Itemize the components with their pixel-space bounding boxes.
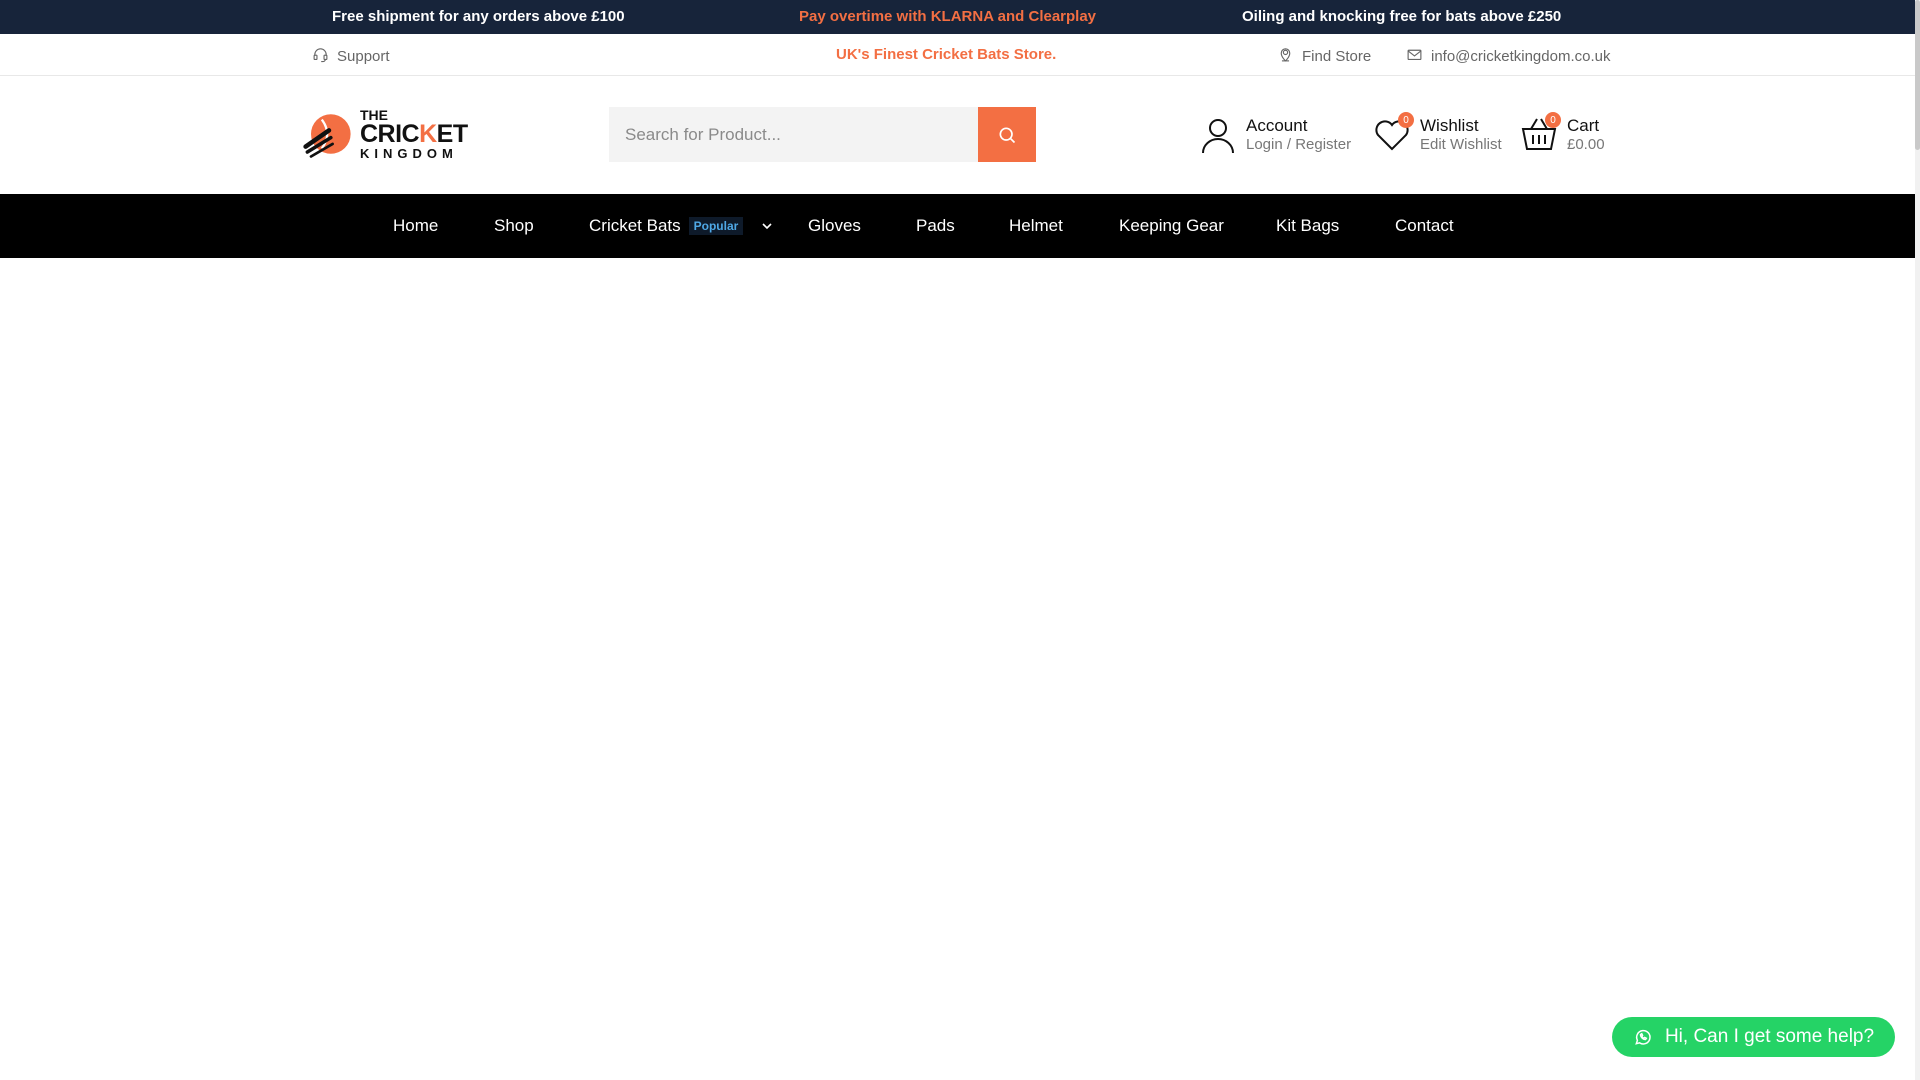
site-logo[interactable]: THE CRICKET KINGDOM	[302, 106, 474, 162]
logo-cricket: CRICKET	[360, 120, 468, 148]
whatsapp-icon	[1635, 1029, 1651, 1045]
edit-wishlist-link[interactable]: Edit Wishlist	[1420, 136, 1502, 154]
wishlist-title: Wishlist	[1420, 115, 1479, 135]
nav-keeping-gear-label: Keeping Gear	[1119, 216, 1224, 235]
wishlist-block[interactable]: 0 Wishlist Edit Wishlist	[1370, 112, 1502, 156]
support-label: Support	[337, 48, 390, 65]
wishlist-count-badge: 0	[1398, 112, 1414, 128]
nav-contact-label: Contact	[1395, 216, 1454, 235]
nav-home[interactable]: Home	[393, 216, 438, 236]
cart-count-badge: 0	[1545, 112, 1561, 128]
promo-free-shipping: Free shipment for any orders above £100	[332, 8, 625, 25]
cart-title: Cart	[1567, 115, 1600, 135]
main-nav: Home Shop Cricket Bats Popular Gloves Pa…	[0, 194, 1915, 258]
page-scrollbar[interactable]	[1915, 0, 1920, 1080]
chevron-down-icon	[762, 223, 772, 230]
utility-bar: Support UK's Finest Cricket Bats Store. …	[0, 34, 1915, 76]
header: THE CRICKET KINGDOM Account Login / Regi…	[0, 76, 1915, 194]
promo-oiling: Oiling and knocking free for bats above …	[1242, 8, 1562, 25]
search-input[interactable]	[609, 107, 978, 162]
nav-keeping-gear[interactable]: Keeping Gear	[1119, 216, 1224, 236]
headset-icon	[312, 46, 329, 67]
popular-badge: Popular	[688, 217, 744, 235]
help-label: Hi, Can I get some help?	[1664, 1026, 1875, 1047]
email-link[interactable]: info@cricketkingdom.co.uk	[1406, 46, 1610, 67]
nav-kit-bags[interactable]: Kit Bags	[1276, 216, 1339, 236]
nav-pads[interactable]: Pads	[916, 216, 955, 236]
account-title: Account	[1246, 115, 1308, 135]
mail-icon	[1406, 46, 1423, 67]
nav-pads-label: Pads	[916, 216, 955, 235]
nav-helmet-label: Helmet	[1009, 216, 1063, 235]
cart-block[interactable]: 0 Cart £0.00	[1517, 112, 1605, 156]
nav-shop-label: Shop	[494, 216, 534, 235]
scrollbar-thumb[interactable]	[1915, 0, 1920, 150]
logo-kingdom: KINGDOM	[360, 146, 458, 161]
search-button[interactable]	[978, 107, 1036, 162]
user-icon	[1196, 114, 1240, 156]
nav-gloves-label: Gloves	[808, 216, 861, 235]
location-pin-icon	[1277, 46, 1294, 67]
logo-wordmark: THE CRICKET KINGDOM	[360, 108, 468, 160]
find-store-link[interactable]: Find Store	[1277, 46, 1371, 67]
nav-home-label: Home	[393, 216, 439, 235]
support-link[interactable]: Support	[312, 46, 390, 67]
nav-cricket-bats-label: Cricket Bats	[589, 216, 681, 235]
nav-kit-bags-label: Kit Bags	[1276, 216, 1340, 235]
promo-pay-overtime: Pay overtime with KLARNA and Clearplay	[799, 8, 1097, 25]
nav-contact[interactable]: Contact	[1395, 216, 1454, 236]
nav-cricket-bats[interactable]: Cricket Bats Popular	[589, 216, 773, 236]
search-icon	[999, 126, 1016, 143]
account-block[interactable]: Account Login / Register	[1196, 114, 1351, 156]
nav-shop[interactable]: Shop	[494, 216, 534, 236]
promo-bar: Free shipment for any orders above £100 …	[0, 0, 1915, 34]
basket-icon: 0	[1517, 112, 1561, 156]
whatsapp-help-button[interactable]: Hi, Can I get some help?	[1612, 1017, 1895, 1057]
cricket-ball-logo-icon	[303, 114, 351, 158]
email-label: info@cricketkingdom.co.uk	[1431, 48, 1611, 65]
nav-gloves[interactable]: Gloves	[808, 216, 861, 236]
find-store-label: Find Store	[1302, 48, 1372, 65]
nav-helmet[interactable]: Helmet	[1009, 216, 1063, 236]
search-bar	[609, 107, 1036, 162]
account-login-register[interactable]: Login / Register	[1246, 136, 1351, 154]
heart-icon: 0	[1370, 112, 1414, 156]
store-tagline: UK's Finest Cricket Bats Store.	[836, 46, 1057, 63]
cart-total: £0.00	[1567, 136, 1605, 154]
